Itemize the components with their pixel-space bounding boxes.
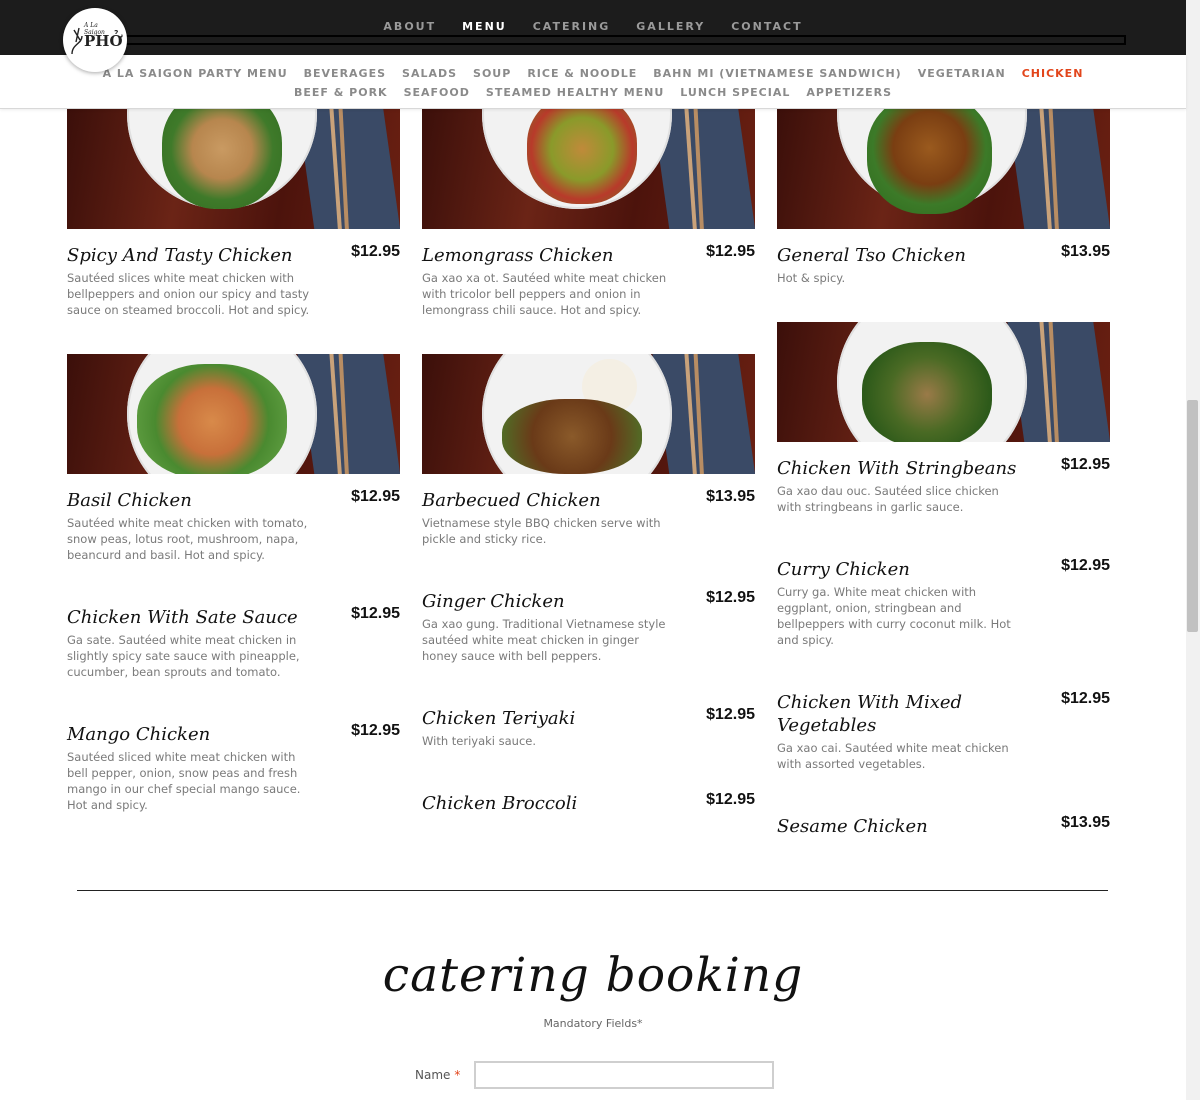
nav-menu[interactable]: MENU [462, 20, 507, 33]
category-steamed-healthy[interactable]: STEAMED HEALTHY MENU [486, 86, 664, 99]
category-beef-pork[interactable]: BEEF & PORK [294, 86, 388, 99]
item-price-chicken-mixed-vegetables: $12.95 [1061, 690, 1110, 707]
item-desc-chicken-sate-sauce: Ga sate. Sautéed white meat chicken in s… [67, 633, 300, 679]
navbar-divider [125, 35, 1126, 45]
item-name-mango-chicken[interactable]: Mango Chicken [67, 723, 210, 746]
category-row-1: A LA SAIGON PARTY MENU BEVERAGES SALADS … [0, 67, 1186, 80]
category-party-menu[interactable]: A LA SAIGON PARTY MENU [103, 67, 288, 80]
item-name-chicken-teriyaki[interactable]: Chicken Teriyaki [422, 707, 575, 730]
item-desc-chicken-mixed-vegetables: Ga xao cai. Sautéed white meat chicken w… [777, 741, 1009, 771]
item-name-lemongrass-chicken[interactable]: Lemongrass Chicken [422, 244, 614, 267]
site-logo[interactable]: A La Saigon PHỞ [63, 8, 127, 72]
item-desc-curry-chicken: Curry ga. White meat chicken with eggpla… [777, 585, 1011, 647]
item-price-chicken-broccoli: $12.95 [706, 791, 755, 808]
dish-photo-spicy-tasty-chicken [67, 109, 400, 229]
item-desc-general-tso-chicken: Hot & spicy. [777, 271, 846, 285]
item-price-chicken-teriyaki: $12.95 [706, 706, 755, 723]
name-input[interactable] [474, 1061, 774, 1089]
item-price-chicken-sate-sauce: $12.95 [351, 605, 400, 622]
category-bar: A LA SAIGON PARTY MENU BEVERAGES SALADS … [0, 55, 1186, 109]
item-name-chicken-mixed-vegetables[interactable]: Chicken With Mixed Vegetables [777, 691, 997, 737]
nav-contact[interactable]: CONTACT [731, 20, 802, 33]
dish-photo-basil-chicken [67, 354, 400, 474]
item-name-chicken-broccoli[interactable]: Chicken Broccoli [422, 792, 577, 815]
category-rice-noodle[interactable]: RICE & NOODLE [527, 67, 637, 80]
item-desc-lemongrass-chicken: Ga xao xa ot. Sautéed white meat chicken… [422, 271, 667, 317]
category-salads[interactable]: SALADS [402, 67, 457, 80]
nav-gallery[interactable]: GALLERY [636, 20, 705, 33]
item-desc-basil-chicken: Sautéed white meat chicken with tomato, … [67, 516, 308, 562]
item-name-sesame-chicken[interactable]: Sesame Chicken [777, 815, 928, 838]
dish-photo-chicken-stringbeans [777, 322, 1110, 442]
item-desc-chicken-teriyaki: With teriyaki sauce. [422, 734, 537, 748]
category-soup[interactable]: SOUP [473, 67, 511, 80]
nav-about[interactable]: ABOUT [383, 20, 436, 33]
item-name-general-tso-chicken[interactable]: General Tso Chicken [777, 244, 966, 267]
mandatory-fields-note: Mandatory Fields* [543, 1017, 643, 1030]
category-lunch-special[interactable]: LUNCH SPECIAL [680, 86, 790, 99]
category-seafood[interactable]: SEAFOOD [404, 86, 470, 99]
item-price-mango-chicken: $12.95 [351, 722, 400, 739]
name-label-text: Name [415, 1068, 451, 1082]
category-chicken[interactable]: CHICKEN [1022, 67, 1084, 80]
logo-main-text: PHỞ [84, 32, 123, 50]
item-name-ginger-chicken[interactable]: Ginger Chicken [422, 590, 565, 613]
main-nav: ABOUT MENU CATERING GALLERY CONTACT [0, 20, 1186, 33]
required-asterisk: * [454, 1068, 461, 1082]
item-desc-mango-chicken: Sautéed sliced white meat chicken with b… [67, 750, 301, 812]
nav-catering[interactable]: CATERING [533, 20, 611, 33]
item-price-ginger-chicken: $12.95 [706, 589, 755, 606]
item-desc-spicy-tasty-chicken: Sautéed slices white meat chicken with b… [67, 271, 310, 317]
top-navbar: ABOUT MENU CATERING GALLERY CONTACT [0, 0, 1186, 55]
item-name-chicken-sate-sauce[interactable]: Chicken With Sate Sauce [67, 606, 298, 629]
item-price-barbecued-chicken: $13.95 [706, 488, 755, 505]
item-name-basil-chicken[interactable]: Basil Chicken [67, 489, 192, 512]
scrollbar-thumb[interactable] [1187, 400, 1198, 632]
item-name-spicy-tasty-chicken[interactable]: Spicy And Tasty Chicken [67, 244, 292, 267]
logo-mark: A La Saigon PHỞ [70, 20, 123, 60]
item-name-chicken-stringbeans[interactable]: Chicken With Stringbeans [777, 457, 1016, 480]
category-appetizers[interactable]: APPETIZERS [806, 86, 892, 99]
item-price-general-tso-chicken: $13.95 [1061, 243, 1110, 260]
catering-booking-title: catering booking [382, 948, 804, 1003]
category-row-2: BEEF & PORK SEAFOOD STEAMED HEALTHY MENU… [0, 86, 1186, 99]
item-price-spicy-tasty-chicken: $12.95 [351, 243, 400, 260]
item-name-barbecued-chicken[interactable]: Barbecued Chicken [422, 489, 601, 512]
item-price-curry-chicken: $12.95 [1061, 557, 1110, 574]
pho-bowl-icon [71, 27, 83, 55]
item-name-curry-chicken[interactable]: Curry Chicken [777, 558, 910, 581]
item-price-chicken-stringbeans: $12.95 [1061, 456, 1110, 473]
item-price-basil-chicken: $12.95 [351, 488, 400, 505]
section-divider [77, 890, 1108, 891]
item-price-lemongrass-chicken: $12.95 [706, 243, 755, 260]
item-desc-barbecued-chicken: Vietnamese style BBQ chicken serve with … [422, 516, 661, 546]
item-desc-ginger-chicken: Ga xao gung. Traditional Vietnamese styl… [422, 617, 666, 663]
dish-photo-general-tso-chicken [777, 109, 1110, 229]
item-desc-chicken-stringbeans: Ga xao dau ouc. Sautéed slice chicken wi… [777, 484, 999, 514]
category-beverages[interactable]: BEVERAGES [304, 67, 386, 80]
name-field-label: Name * [415, 1068, 460, 1082]
item-price-sesame-chicken: $13.95 [1061, 814, 1110, 831]
dish-photo-barbecued-chicken [422, 354, 755, 474]
dish-photo-lemongrass-chicken [422, 109, 755, 229]
category-bahn-mi[interactable]: BAHN MI (VIETNAMESE SANDWICH) [653, 67, 901, 80]
category-vegetarian[interactable]: VEGETARIAN [918, 67, 1006, 80]
